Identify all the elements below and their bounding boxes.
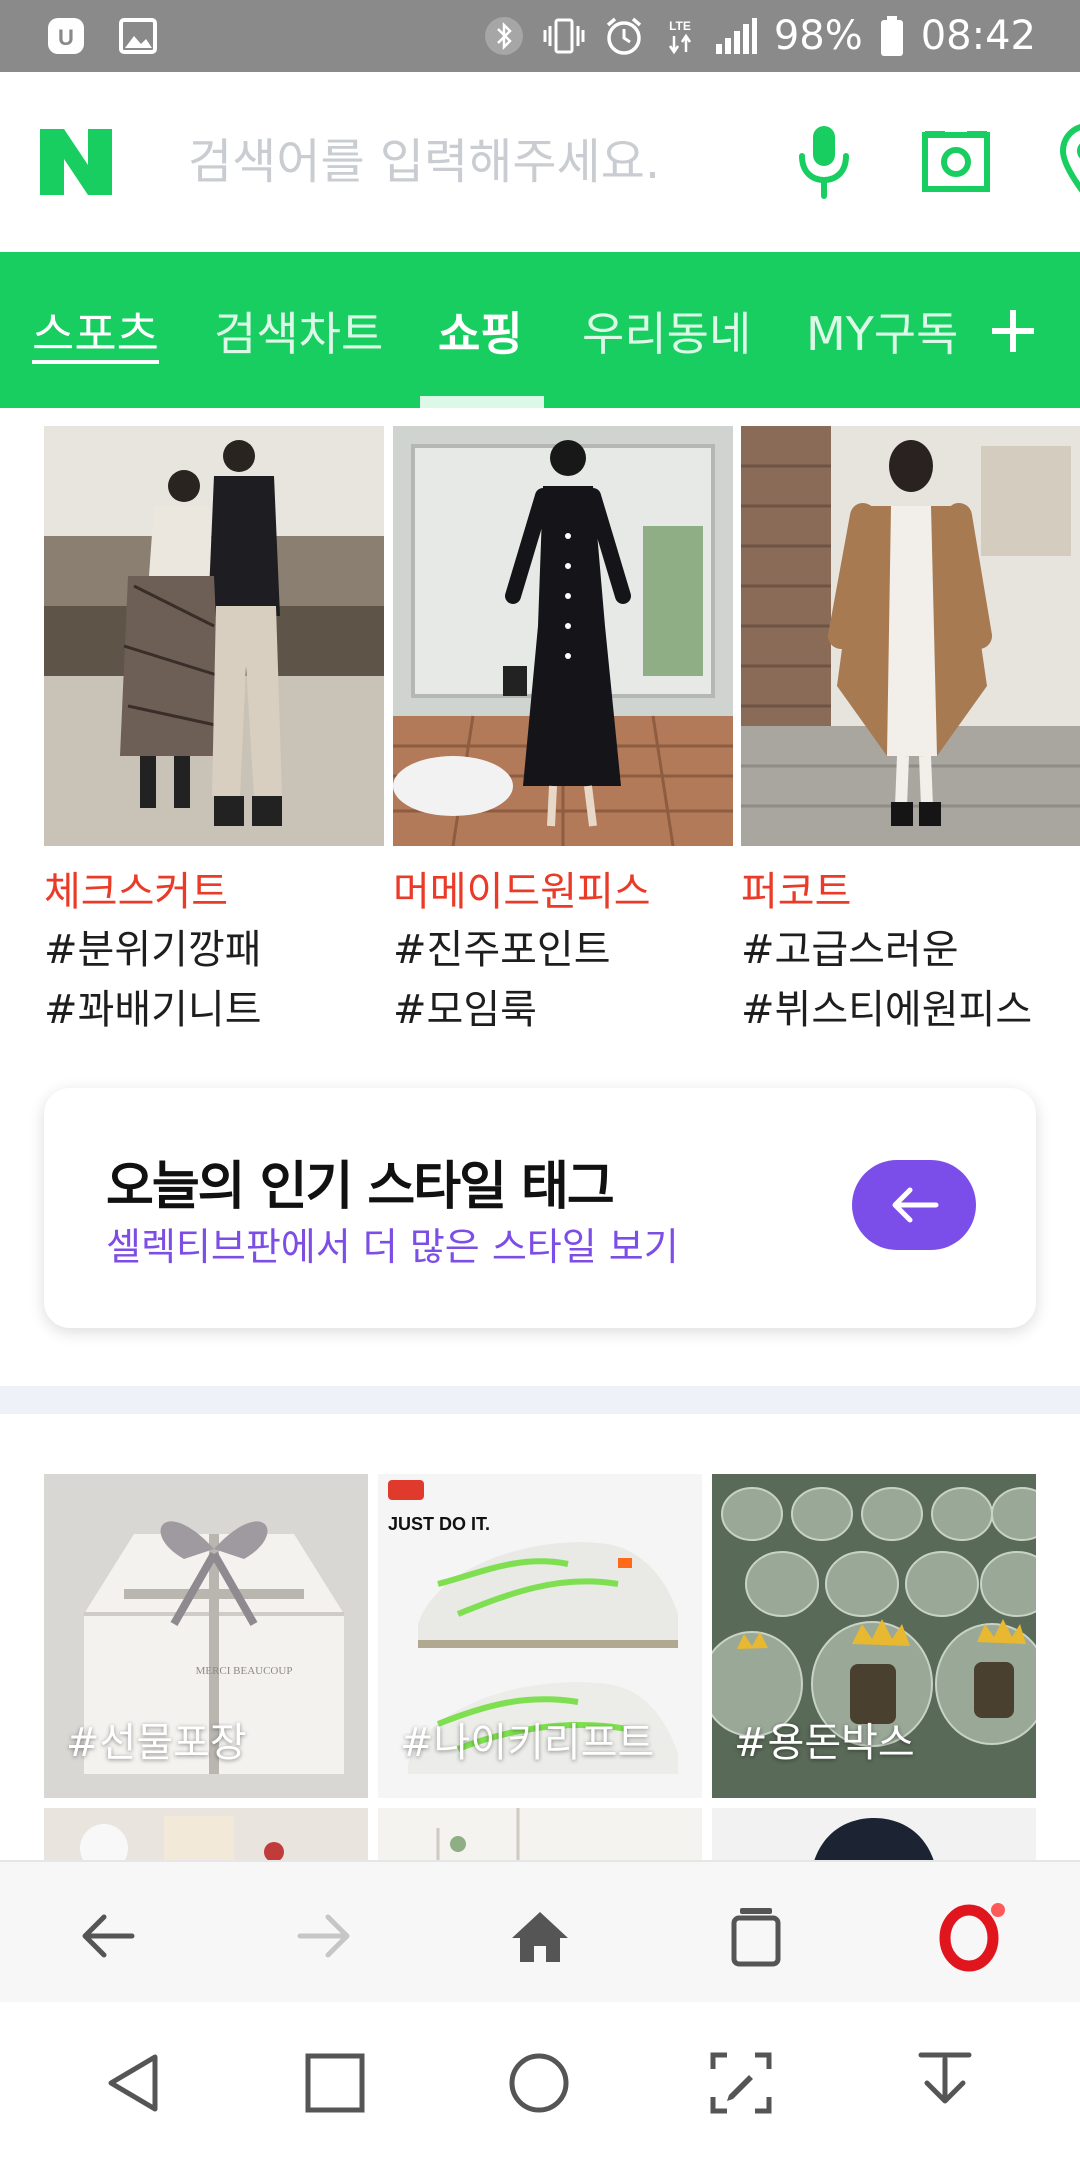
system-navigation-bar [0, 2002, 1080, 2160]
style-photo[interactable] [741, 426, 1080, 846]
search-header [0, 72, 1080, 252]
nav-notification-pull-button[interactable] [900, 2038, 990, 2128]
style-photo[interactable] [44, 426, 384, 846]
style-tag[interactable]: #고급스러운 [741, 920, 1080, 980]
gift-tile[interactable]: MERCI BEAUCOUP #선물포장 [44, 1474, 368, 1798]
style-tag[interactable]: #꽈배기니트 [44, 980, 384, 1040]
tab-sports[interactable]: 스포츠 [32, 298, 159, 364]
alarm-icon [602, 14, 646, 58]
arrow-left-icon [892, 1187, 939, 1223]
camera-lens-icon[interactable] [918, 120, 994, 204]
home-icon [512, 1912, 568, 1962]
battery-icon [879, 14, 905, 58]
nav-back-button[interactable] [88, 2038, 178, 2128]
tile-label[interactable]: #나이키리프트 [400, 1710, 654, 1768]
style-card[interactable]: 머메이드원피스 #진주포인트 #모임룩 [393, 426, 733, 1040]
style-card[interactable]: 퍼코트 #고급스러운 #뷔스티에원피스 [741, 426, 1080, 1040]
opera-logo-icon [939, 1903, 1005, 1972]
style-photo[interactable] [393, 426, 733, 846]
battery-percent: 98% [773, 13, 863, 59]
lte-icon: LTE [662, 14, 698, 58]
clock: 08:42 [920, 13, 1036, 59]
gift-tile[interactable] [712, 1808, 1036, 1868]
gallery-notification-icon [116, 14, 160, 58]
style-card[interactable]: 체크스커트 #분위기깡패 #꽈배기니트 [44, 426, 384, 1040]
nav-home-button[interactable] [494, 2038, 584, 2128]
back-button[interactable] [68, 1896, 148, 1976]
arrow-left-icon [82, 1914, 135, 1958]
category-tab-bar: 스포츠 검색차트 쇼핑 우리동네 MY구독 [0, 252, 1080, 408]
style-title[interactable]: 체크스커트 [44, 864, 384, 920]
screen-capture-edit-icon [710, 2052, 772, 2114]
nike-slogan: JUST DO IT. [388, 1514, 490, 1534]
browser-toolbar [0, 1860, 1080, 2002]
pull-down-icon [918, 2052, 972, 2104]
arrow-right-icon [297, 1914, 350, 1958]
plus-icon [992, 310, 1034, 352]
tile-label[interactable]: #선물포장 [66, 1710, 247, 1768]
gift-tile[interactable]: JUST DO IT. #나이키리프트 [378, 1474, 702, 1798]
signal-icon [714, 14, 758, 58]
location-pin-icon[interactable] [1050, 120, 1080, 204]
section-divider [0, 1386, 1080, 1414]
popular-style-tag-banner[interactable]: 오늘의 인기 스타일 태그 셀렉티브판에서 더 많은 스타일 보기 [44, 1088, 1036, 1328]
style-tag[interactable]: #분위기깡패 [44, 920, 384, 980]
svg-text:LTE: LTE [669, 19, 691, 33]
svg-text:U: U [58, 25, 74, 50]
triangle-back-icon [108, 2054, 158, 2112]
vibrate-icon [542, 14, 586, 58]
home-button[interactable] [500, 1896, 580, 1976]
bluetooth-icon [482, 14, 526, 58]
naver-logo[interactable] [40, 124, 112, 200]
circle-home-icon [509, 2053, 569, 2113]
style-title[interactable]: 머메이드원피스 [393, 864, 733, 920]
tab-my-subscription[interactable]: MY구독 [806, 298, 958, 364]
box-brand-mark: MERCI BEAUCOUP [196, 1665, 293, 1677]
style-tag[interactable]: #진주포인트 [393, 920, 733, 980]
forward-button[interactable] [284, 1896, 364, 1976]
square-recents-icon [305, 2053, 365, 2113]
banner-arrow-button[interactable] [852, 1160, 976, 1250]
opera-menu-button[interactable] [932, 1896, 1012, 1976]
banner-title: 오늘의 인기 스타일 태그 [106, 1157, 615, 1217]
tab-search-chart[interactable]: 검색차트 [214, 298, 383, 364]
add-tab-button[interactable] [978, 276, 1048, 386]
style-tag[interactable]: #뷔스티에원피스 [741, 980, 1080, 1040]
microphone-icon[interactable] [786, 120, 862, 204]
active-tab-indicator [420, 396, 544, 408]
tile-label[interactable]: #용돈박스 [734, 1710, 915, 1768]
style-tag[interactable]: #모임룩 [393, 980, 733, 1040]
status-bar: U LTE 98% 08:42 [0, 0, 1080, 72]
gift-tile[interactable] [44, 1808, 368, 1868]
banner-subtitle[interactable]: 셀렉티브판에서 더 많은 스타일 보기 [106, 1216, 679, 1271]
gift-tile[interactable]: #용돈박스 [712, 1474, 1036, 1798]
tabs-icon [731, 1908, 781, 1967]
style-title[interactable]: 퍼코트 [741, 864, 1080, 920]
app-notification-icon: U [44, 14, 88, 58]
tab-neighborhood[interactable]: 우리동네 [582, 298, 751, 364]
nav-recents-button[interactable] [290, 2038, 380, 2128]
gift-tile[interactable] [378, 1808, 702, 1868]
nav-capture-button[interactable] [696, 2038, 786, 2128]
search-input[interactable] [188, 127, 786, 197]
tab-shopping[interactable]: 쇼핑 [438, 298, 523, 364]
tabs-button[interactable] [716, 1896, 796, 1976]
